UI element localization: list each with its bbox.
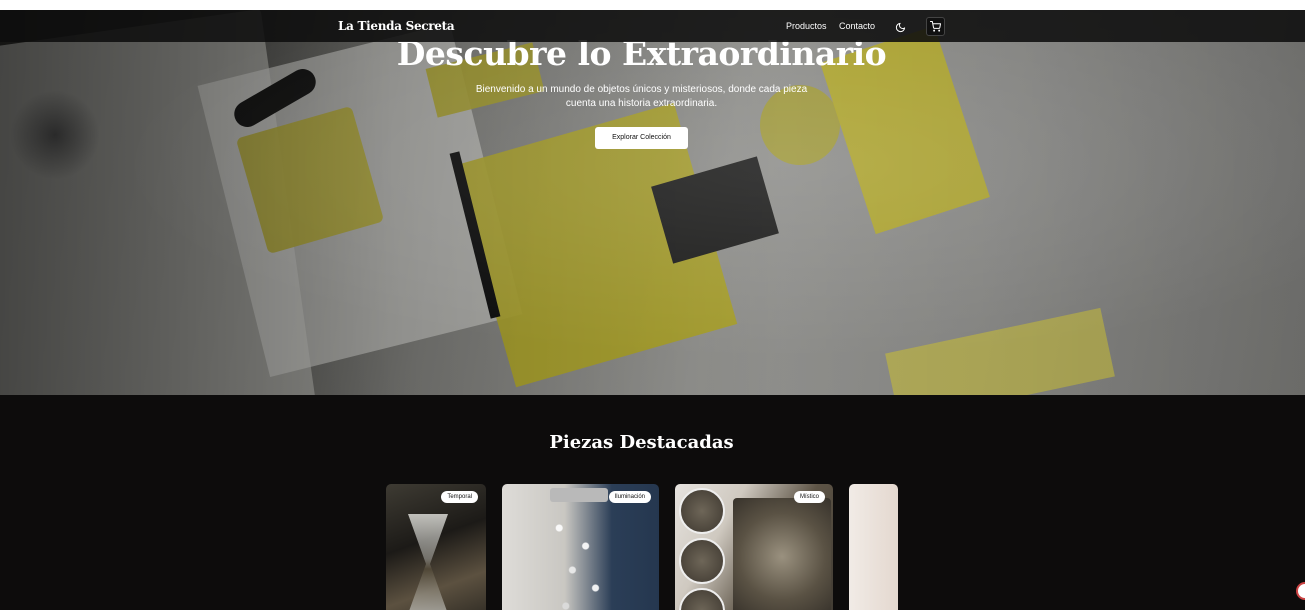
cart-icon (930, 21, 941, 32)
top-navbar: La Tienda Secreta Productos Contacto (0, 10, 1305, 42)
product-image (733, 498, 831, 610)
nav-link-products[interactable]: Productos (786, 21, 827, 31)
product-image-detail (546, 504, 612, 610)
hero-subtitle: Bienvenido a un mundo de objetos únicos … (475, 84, 808, 109)
moon-icon[interactable] (895, 20, 906, 33)
product-card[interactable]: Iluminación (502, 484, 659, 610)
cart-button[interactable] (926, 17, 945, 36)
product-image-detail (679, 538, 725, 584)
nav-link-contact[interactable]: Contacto (839, 21, 875, 31)
brand-logo[interactable]: La Tienda Secreta (338, 19, 455, 33)
product-card[interactable]: Temporal (386, 484, 486, 610)
category-badge: Iluminación (608, 491, 651, 503)
hero-section: Descubre lo Extraordinario Bienvenido a … (0, 10, 1305, 395)
product-image (550, 488, 608, 502)
product-image (408, 514, 448, 610)
product-card[interactable]: Místico (675, 484, 833, 610)
featured-section-title: Piezas Destacadas (549, 432, 734, 453)
category-badge: Místico (793, 491, 825, 503)
explore-collection-button[interactable]: Explorar Colección (595, 127, 688, 149)
page: Descubre lo Extraordinario Bienvenido a … (0, 10, 1305, 610)
category-badge: Temporal (441, 491, 478, 503)
product-image-detail (679, 488, 725, 534)
product-card[interactable] (849, 484, 898, 610)
product-image-detail (679, 588, 725, 610)
